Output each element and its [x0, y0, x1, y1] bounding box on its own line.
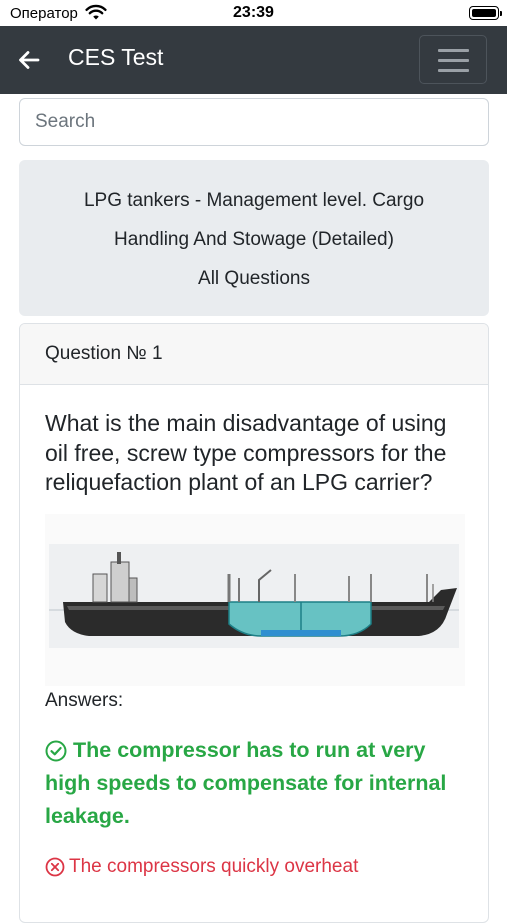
- app-title: CES Test: [68, 44, 164, 70]
- test-title-line-2: Handling And Stowage (Detailed): [114, 229, 394, 250]
- answer-text: The compressor has to run at very high s…: [45, 737, 447, 828]
- search-input[interactable]: [19, 98, 489, 146]
- status-bar: Оператор 23:39: [0, 0, 507, 26]
- check-circle-icon: [45, 740, 67, 761]
- question-card: Question № 1 What is the main disadvanta…: [19, 323, 489, 923]
- ship-diagram-image: [45, 513, 465, 686]
- x-circle-icon: [45, 857, 65, 876]
- clock: 23:39: [233, 4, 274, 21]
- answer-option-wrong: The compressors quickly overheat: [45, 855, 463, 879]
- test-title-line-1: LPG tankers - Management level. Cargo: [83, 190, 425, 211]
- app-bar: CES Test: [0, 26, 507, 94]
- hamburger-icon: [438, 49, 469, 52]
- battery-icon: [469, 6, 502, 20]
- question-number: Question № 1: [20, 324, 488, 385]
- question-text: What is the main disadvantage of using o…: [45, 410, 447, 495]
- test-mode-label: All Questions: [198, 268, 310, 289]
- menu-button[interactable]: [419, 35, 487, 84]
- answer-text: The compressors quickly overheat: [69, 855, 359, 877]
- answer-option-correct: The compressor has to run at very high s…: [45, 734, 463, 833]
- back-arrow-icon[interactable]: [18, 50, 40, 70]
- test-info-card: LPG tankers - Management level. Cargo Ha…: [19, 160, 489, 316]
- answers-label: Answers:: [45, 689, 124, 711]
